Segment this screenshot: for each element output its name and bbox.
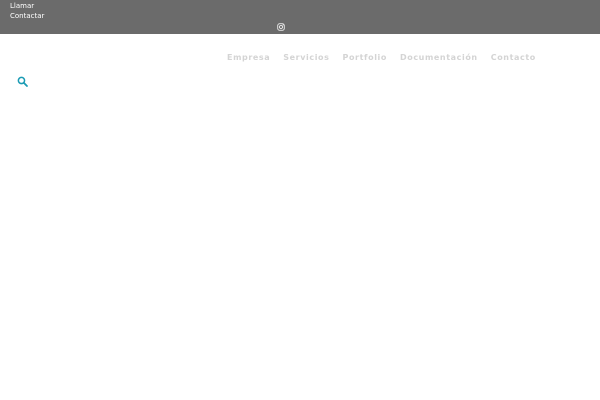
nav-item-portfolio[interactable]: Portfolio — [343, 53, 388, 63]
top-bar: Llamar Contactar — [0, 0, 600, 34]
nav-item-contacto[interactable]: Contacto — [491, 53, 536, 63]
nav-item-documentacion[interactable]: Documentación — [400, 53, 478, 63]
contact-link[interactable]: Contactar — [10, 11, 44, 21]
nav-item-servicios[interactable]: Servicios — [283, 53, 329, 63]
main-nav: Empresa Servicios Portfolio Documentació… — [227, 53, 536, 63]
instagram-icon[interactable] — [277, 23, 285, 31]
search-icon[interactable] — [17, 76, 28, 87]
top-bar-links: Llamar Contactar — [10, 1, 44, 21]
call-link[interactable]: Llamar — [10, 1, 44, 11]
nav-item-empresa[interactable]: Empresa — [227, 53, 270, 63]
